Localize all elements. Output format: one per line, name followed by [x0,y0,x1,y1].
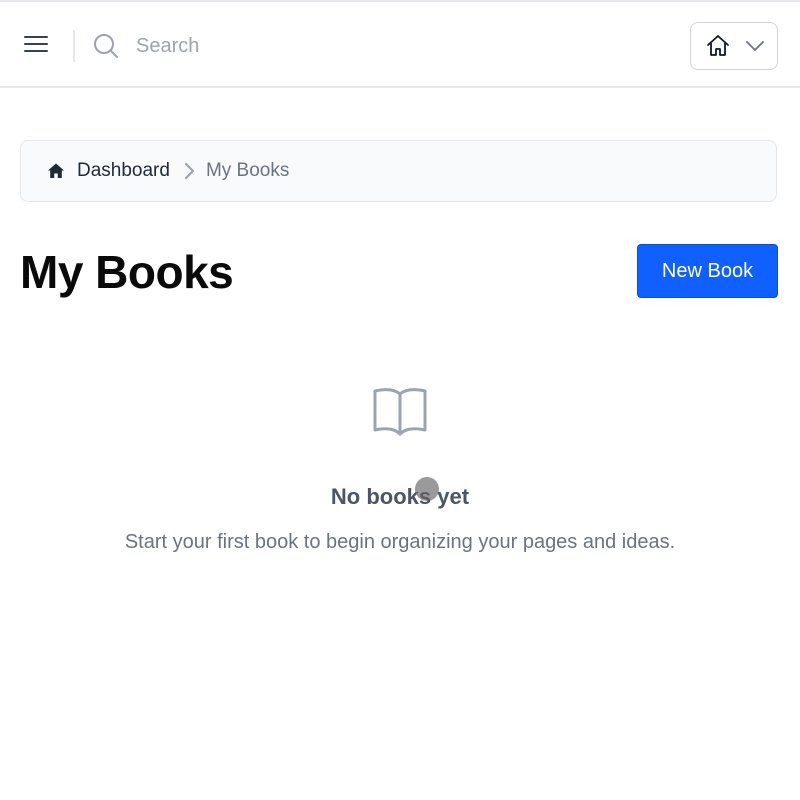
search-icon [94,34,118,58]
top-bar [0,0,800,88]
breadcrumb-home-icon [48,163,64,178]
mouse-cursor [415,477,439,501]
header-divider [73,30,75,62]
breadcrumb: Dashboard My Books [20,140,777,202]
home-dropdown-button[interactable] [690,22,778,70]
empty-state: No books yet Start your first book to be… [0,386,800,555]
home-icon [707,35,729,56]
new-book-button[interactable]: New Book [637,244,778,298]
open-book-icon [372,386,428,443]
page-title: My Books [20,246,234,298]
search-input[interactable] [136,34,496,58]
chevron-right-icon [184,162,196,180]
empty-state-description: Start your first book to begin organizin… [124,531,676,553]
hamburger-menu-icon [24,36,48,52]
breadcrumb-item-dashboard[interactable]: Dashboard [77,160,170,182]
breadcrumb-item-current: My Books [205,160,290,181]
chevron-down-icon [746,41,764,51]
empty-state-title: No books yet [330,484,470,509]
search-bar[interactable] [92,24,512,68]
menu-button[interactable] [14,22,58,66]
